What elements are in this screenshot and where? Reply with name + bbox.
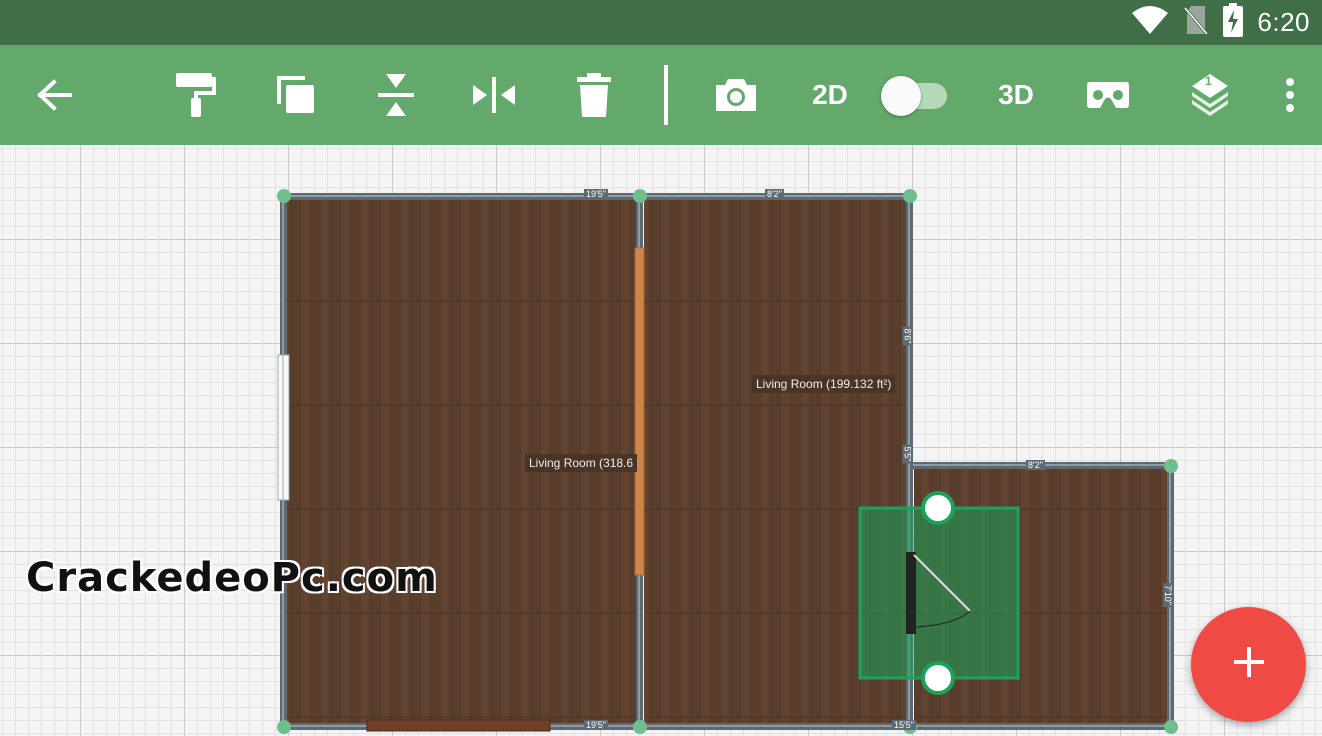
flip-horizontal-button[interactable] bbox=[466, 45, 522, 145]
paint-roller-icon bbox=[174, 71, 218, 119]
copy-icon bbox=[275, 74, 317, 116]
clock: 6:20 bbox=[1257, 7, 1310, 37]
status-icons: 6:20 bbox=[1131, 0, 1310, 45]
toolbar: 2D 3D 1 bbox=[0, 45, 1322, 145]
room-label-right[interactable]: Living Room (199.132 ft²) bbox=[752, 375, 896, 393]
toolbar-divider bbox=[664, 65, 668, 125]
no-sim-icon bbox=[1183, 4, 1209, 41]
view-3d-label[interactable]: 3D bbox=[986, 45, 1046, 145]
dimension-right-upper: 8'6" bbox=[902, 326, 913, 346]
dimension-bottom-right: 15'5" bbox=[892, 720, 916, 730]
more-vertical-icon bbox=[1285, 77, 1295, 113]
floor-plan bbox=[277, 189, 1178, 734]
dimension-bottom-left: 19'5" bbox=[584, 720, 608, 730]
wifi-icon bbox=[1131, 5, 1169, 40]
layer-number: 1 bbox=[1205, 74, 1212, 88]
vr-headset-icon bbox=[1086, 80, 1130, 110]
delete-button[interactable] bbox=[566, 45, 622, 145]
copy-button[interactable] bbox=[268, 45, 324, 145]
resize-handle-bottom[interactable] bbox=[921, 661, 955, 695]
bottom-door[interactable] bbox=[366, 719, 551, 732]
view-2d-label[interactable]: 2D bbox=[800, 45, 860, 145]
resize-handle-top[interactable] bbox=[921, 491, 955, 525]
dimension-top-left: 19'5" bbox=[584, 189, 608, 199]
camera-icon bbox=[714, 77, 758, 113]
camera-button[interactable] bbox=[708, 45, 764, 145]
dimension-right-short: 5'5" bbox=[902, 444, 913, 464]
room-label-left[interactable]: Living Room (318.6 bbox=[525, 454, 638, 472]
flip-vertical-button[interactable] bbox=[368, 45, 424, 145]
vr-button[interactable] bbox=[1080, 45, 1136, 145]
layers-icon: 1 bbox=[1190, 72, 1230, 118]
arrow-left-icon bbox=[36, 79, 72, 111]
dimension-top-right: 8'2" bbox=[765, 189, 784, 199]
watermark-text: CrackedeoPc.com bbox=[26, 555, 438, 601]
dimension-annex-right: 7'10" bbox=[1162, 583, 1173, 607]
more-button[interactable] bbox=[1270, 45, 1310, 145]
toggle-knob[interactable] bbox=[881, 76, 921, 116]
flip-horizontal-icon bbox=[471, 75, 517, 115]
paint-button[interactable] bbox=[168, 45, 224, 145]
flip-vertical-icon bbox=[376, 72, 416, 118]
layers-button[interactable]: 1 bbox=[1182, 45, 1238, 145]
plus-icon bbox=[1232, 645, 1266, 684]
dimension-annex-top: 8'2" bbox=[1026, 460, 1045, 470]
label-3d: 3D bbox=[998, 79, 1034, 110]
battery-charging-icon bbox=[1223, 3, 1244, 42]
status-bar: 6:20 bbox=[0, 0, 1322, 45]
label-2d: 2D bbox=[812, 79, 848, 110]
selected-door[interactable] bbox=[858, 491, 1020, 695]
add-button[interactable] bbox=[1191, 607, 1306, 722]
partition-wall[interactable] bbox=[634, 247, 645, 576]
floor-plan-canvas[interactable]: 19'5" 8'2" 8'6" 5'5" 8'2" 7'10" 19'5" 15… bbox=[0, 145, 1322, 736]
back-button[interactable] bbox=[26, 45, 82, 145]
delete-icon bbox=[575, 73, 613, 117]
